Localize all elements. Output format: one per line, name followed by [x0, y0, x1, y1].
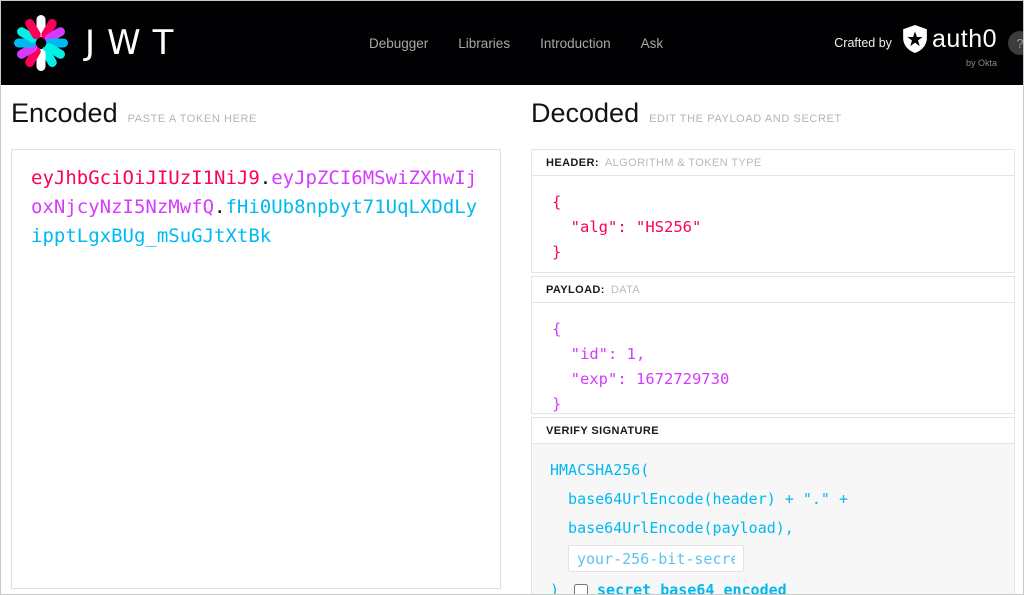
decoded-title: Decoded	[531, 98, 640, 128]
header-json-editor[interactable]: { "alg": "HS256" }	[532, 176, 1014, 272]
signature-code-line: base64UrlEncode(header) + "." +	[550, 490, 849, 508]
navbar: JWT Debugger Libraries Introduction Ask …	[1, 1, 1023, 85]
help-button[interactable]: ?	[1008, 31, 1023, 55]
nav-link-debugger[interactable]: Debugger	[369, 36, 428, 51]
encoded-title: Encoded	[11, 98, 118, 128]
auth0-logo[interactable]: auth0 by Okta	[902, 24, 997, 68]
token-dot-2: .	[214, 196, 226, 218]
jwt-brand[interactable]: JWT	[1, 13, 185, 73]
jwt-logotype: JWT	[85, 23, 186, 63]
payload-json-editor[interactable]: { "id": 1, "exp": 1672729730 }	[532, 303, 1014, 413]
payload-section-label: PAYLOAD:	[546, 283, 605, 296]
signature-code-line: base64UrlEncode(payload),	[550, 519, 794, 537]
signature-code-line: HMACSHA256(	[550, 461, 650, 479]
decoded-subtitle: EDIT THE PAYLOAD AND SECRET	[649, 113, 842, 125]
header-section-sublabel: ALGORITHM & TOKEN TYPE	[604, 156, 762, 169]
decoded-title-block: Decoded EDIT THE PAYLOAD AND SECRET	[531, 98, 842, 129]
nav-link-ask[interactable]: Ask	[641, 36, 664, 51]
payload-section-label-row: PAYLOAD: DATA	[532, 277, 1014, 303]
auth0-shield-icon	[903, 25, 927, 53]
payload-json-line: {	[552, 320, 562, 338]
encoded-subtitle: PASTE A TOKEN HERE	[127, 113, 257, 125]
signature-close-line: ) secret base64 encoded	[550, 576, 1000, 595]
header-json-line: }	[552, 243, 562, 261]
jwt-io-page: JWT Debugger Libraries Introduction Ask …	[0, 0, 1024, 595]
by-okta-label: by Okta	[965, 57, 997, 68]
signature-close-paren: )	[550, 581, 560, 595]
token-dot-1: .	[259, 167, 272, 189]
verify-signature-section: VERIFY SIGNATURE HMACSHA256( base64UrlEn…	[531, 417, 1015, 594]
auth0-wordmark: auth0	[931, 24, 997, 53]
token-header-segment[interactable]: eyJhbGciOiJIUzI1NiJ9	[31, 167, 260, 189]
payload-json-line: }	[552, 395, 562, 413]
secret-input[interactable]	[568, 545, 744, 572]
payload-section-sublabel: DATA	[610, 283, 641, 296]
payload-json-line: "id": 1,	[552, 345, 646, 363]
verify-signature-label-row: VERIFY SIGNATURE	[532, 418, 1014, 444]
secret-base64-checkbox[interactable]	[574, 583, 589, 594]
verify-signature-body: HMACSHA256( base64UrlEncode(header) + ".…	[532, 444, 1014, 594]
crafted-by-block: Crafted by auth0 by Okta	[834, 1, 997, 85]
payload-section: PAYLOAD: DATA { "id": 1, "exp": 16727297…	[531, 276, 1015, 414]
jwt-token-input[interactable]: eyJhbGciOiJIUzI1NiJ9.eyJpZCI6MSwiZXhwIjo…	[31, 164, 481, 251]
header-section-label-row: HEADER: ALGORITHM & TOKEN TYPE	[532, 150, 1014, 176]
decoded-panel: HEADER: ALGORITHM & TOKEN TYPE { "alg": …	[531, 149, 1015, 594]
nav-link-introduction[interactable]: Introduction	[540, 36, 611, 51]
crafted-by-label: Crafted by	[834, 36, 892, 50]
secret-base64-label[interactable]: secret base64 encoded	[597, 576, 787, 594]
encoded-title-block: Encoded PASTE A TOKEN HERE	[11, 98, 257, 129]
nav-link-libraries[interactable]: Libraries	[458, 36, 510, 51]
jwt-logo-icon	[11, 13, 71, 73]
header-json-line: "alg": "HS256"	[552, 218, 702, 236]
verify-signature-label: VERIFY SIGNATURE	[546, 424, 659, 437]
payload-json-line: "exp": 1672729730	[552, 370, 730, 388]
main-nav: Debugger Libraries Introduction Ask	[369, 1, 663, 85]
header-section: HEADER: ALGORITHM & TOKEN TYPE { "alg": …	[531, 149, 1015, 273]
header-json-line: {	[552, 193, 562, 211]
encoded-token-box[interactable]: eyJhbGciOiJIUzI1NiJ9.eyJpZCI6MSwiZXhwIjo…	[11, 149, 501, 589]
header-section-label: HEADER:	[546, 156, 599, 169]
